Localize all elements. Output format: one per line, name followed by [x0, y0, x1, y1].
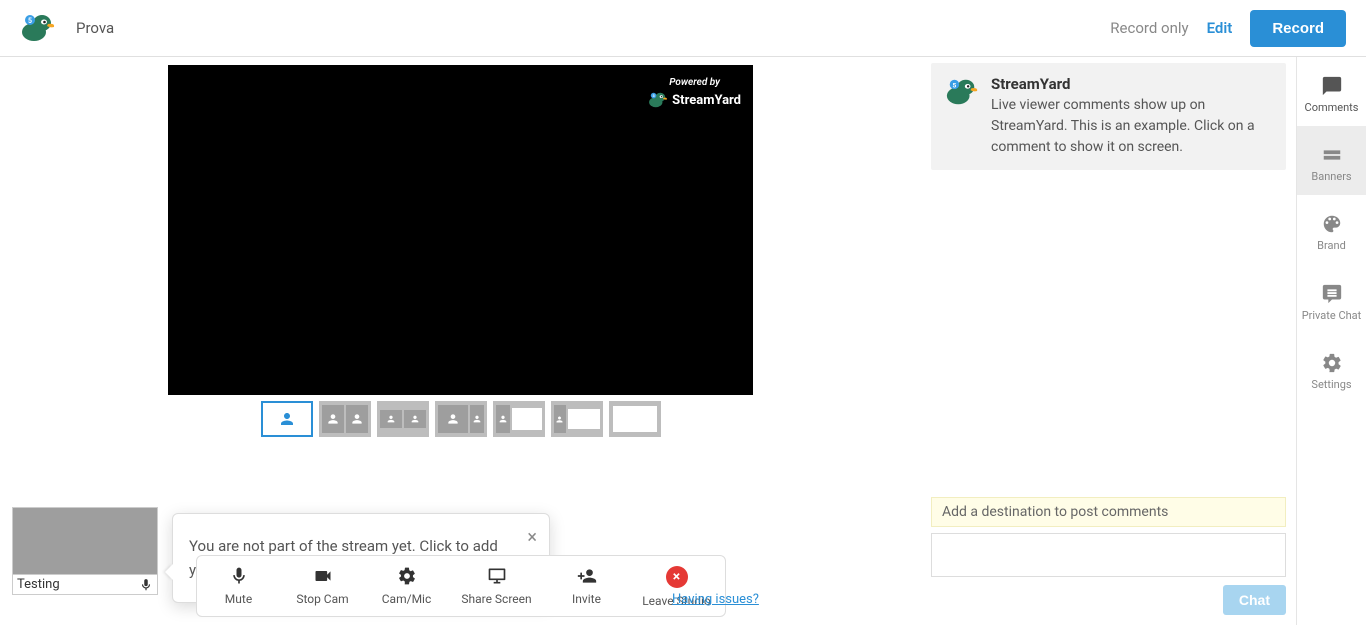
watermark-powered-by: Powered by	[648, 77, 741, 88]
layout-selector	[0, 401, 921, 437]
tab-private-chat[interactable]: Private Chat	[1297, 265, 1366, 334]
cam-mic-button[interactable]: Cam/Mic	[365, 556, 449, 616]
share-screen-button[interactable]: Share Screen	[449, 556, 545, 616]
sample-comment-title: StreamYard	[991, 75, 1272, 93]
palette-icon	[1321, 213, 1343, 235]
camera-icon	[313, 566, 333, 586]
sample-comment[interactable]: StreamYard Live viewer comments show up …	[931, 63, 1286, 170]
comment-input[interactable]	[931, 533, 1286, 577]
layout-screen-small[interactable]	[551, 401, 603, 437]
stage-area: Powered by StreamYard	[0, 57, 921, 625]
tab-banners-label: Banners	[1311, 170, 1351, 183]
invite-label: Invite	[572, 592, 601, 606]
chat-icon	[1321, 75, 1343, 97]
watermark: Powered by StreamYard	[648, 77, 741, 110]
streamyard-logo-icon	[945, 75, 979, 109]
layout-two[interactable]	[319, 401, 371, 437]
main: Powered by StreamYard	[0, 57, 1366, 625]
layout-solo[interactable]	[261, 401, 313, 437]
gear-icon	[397, 566, 417, 586]
destination-bar[interactable]: Add a destination to post comments	[931, 497, 1286, 527]
watermark-logo-icon	[648, 90, 668, 110]
preview-card[interactable]: Testing	[12, 507, 158, 595]
layout-two-short[interactable]	[377, 401, 429, 437]
preview-label-row: Testing	[12, 575, 158, 595]
tab-settings-label: Settings	[1311, 378, 1351, 391]
video-stage: Powered by StreamYard	[168, 65, 753, 395]
tab-comments[interactable]: Comments	[1297, 57, 1366, 126]
bottom-toolbar: Mute Stop Cam Cam/Mic Share Screen Invit…	[196, 555, 726, 617]
banner-icon	[1321, 144, 1343, 166]
tab-comments-label: Comments	[1305, 101, 1359, 114]
tab-settings[interactable]: Settings	[1297, 334, 1366, 403]
screen-icon	[487, 566, 507, 586]
logo-icon	[20, 10, 56, 46]
layout-screen-only[interactable]	[609, 401, 661, 437]
chat-button[interactable]: Chat	[1223, 585, 1286, 615]
header-left: Prova	[20, 10, 114, 46]
close-icon[interactable]: ×	[527, 524, 537, 553]
stream-title: Prova	[76, 19, 114, 37]
close-icon: ×	[666, 566, 688, 588]
stop-cam-button[interactable]: Stop Cam	[281, 556, 365, 616]
comments-panel: StreamYard Live viewer comments show up …	[921, 57, 1296, 625]
mute-label: Mute	[225, 592, 252, 606]
gear-icon	[1321, 352, 1343, 374]
having-issues-link[interactable]: Having issues?	[672, 592, 759, 607]
invite-button[interactable]: Invite	[545, 556, 629, 616]
qa-icon	[1321, 283, 1343, 305]
tab-private-chat-label: Private Chat	[1302, 309, 1362, 322]
record-button[interactable]: Record	[1250, 10, 1346, 47]
stop-cam-label: Stop Cam	[296, 592, 348, 606]
tab-banners[interactable]: Banners	[1297, 126, 1366, 195]
side-tabs: Comments Banners Brand Private Chat Sett…	[1296, 57, 1366, 625]
leave-studio-button[interactable]: × Leave Studio	[629, 556, 725, 616]
sample-comment-body: Live viewer comments show up on StreamYa…	[991, 95, 1272, 158]
header-right: Record only Edit Record	[1110, 10, 1346, 47]
tab-brand-label: Brand	[1317, 239, 1346, 252]
record-only-label: Record only	[1110, 19, 1188, 37]
layout-pip[interactable]	[493, 401, 545, 437]
preview-video	[12, 507, 158, 575]
share-screen-label: Share Screen	[461, 592, 531, 606]
preview-name: Testing	[17, 577, 60, 592]
invite-icon	[577, 566, 597, 586]
header: Prova Record only Edit Record	[0, 0, 1366, 57]
cam-mic-label: Cam/Mic	[382, 592, 432, 606]
mic-icon	[229, 566, 249, 586]
tab-brand[interactable]: Brand	[1297, 195, 1366, 264]
watermark-brand: StreamYard	[672, 93, 741, 108]
mute-button[interactable]: Mute	[197, 556, 281, 616]
mic-icon	[139, 578, 153, 592]
edit-link[interactable]: Edit	[1207, 19, 1233, 37]
layout-leader[interactable]	[435, 401, 487, 437]
sample-text-block: StreamYard Live viewer comments show up …	[991, 75, 1272, 158]
